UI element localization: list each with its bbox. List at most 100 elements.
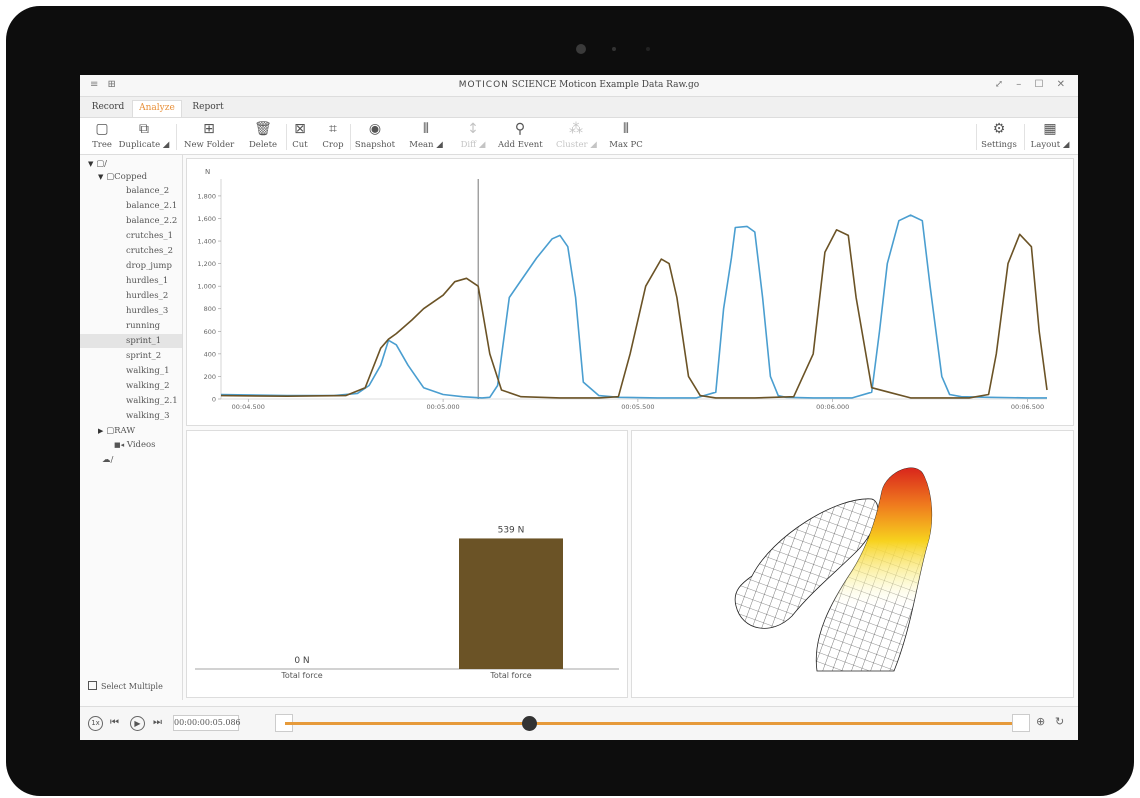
force-line-chart-panel: N 0 200 400 600 800 1,000 1,200 1,400 1,600 1,800 0…: [186, 158, 1074, 426]
x-tick-label: 00:05.500: [621, 403, 654, 411]
tree-item[interactable]: balance_2.2: [126, 214, 177, 228]
tree-item[interactable]: crutches_1: [126, 229, 173, 243]
tree-item[interactable]: walking_2.1: [126, 394, 178, 408]
skip-back-icon[interactable]: ⏮: [110, 716, 119, 730]
y-tick-label: 200: [204, 373, 216, 381]
tree-folder-raw[interactable]: ▶ ▢RAW: [98, 424, 135, 438]
caret-right-icon[interactable]: ▶: [98, 427, 103, 435]
settings-button[interactable]: ⚙ Settings: [980, 121, 1018, 153]
time-field[interactable]: 00:00:00:05.086: [173, 715, 241, 731]
range-end-handle[interactable]: [1012, 714, 1030, 732]
tree-item[interactable]: walking_3: [126, 409, 170, 423]
playback-timeline: 1x ⏮ ▶ ⏭ 00:00:00:05.086 ⊕ ↻: [80, 706, 1078, 740]
cut-button-label: Cut: [292, 140, 308, 150]
force-line-chart[interactable]: N 0 200 400 600 800 1,000 1,200 1,400 1,600 1,800 0…: [187, 159, 1073, 425]
divider: [350, 124, 351, 150]
window-controls[interactable]: ⤢ – ☐ ✕: [995, 79, 1070, 90]
tree-item[interactable]: running: [126, 319, 160, 333]
tree-root-label: ▢/: [96, 159, 107, 169]
tree-item[interactable]: sprint_1: [80, 334, 182, 348]
delete-button[interactable]: 🗑 Delete: [242, 121, 284, 153]
snapshot-button[interactable]: ◉ Snapshot: [354, 121, 396, 153]
refresh-icon[interactable]: ↻: [1055, 715, 1064, 728]
duplicate-button-label: Duplicate ◢: [118, 140, 170, 150]
x-tick-label: 00:06.000: [816, 403, 849, 411]
y-tick-label: 1,000: [197, 283, 216, 291]
insoles-icon: ⦀: [622, 121, 630, 137]
timeline-track[interactable]: [285, 722, 1025, 725]
pressure-insole-panel: [631, 430, 1074, 698]
checkbox-icon[interactable]: [88, 681, 97, 690]
select-multiple-checkbox[interactable]: Select Multiple: [88, 681, 163, 691]
tree-item[interactable]: balance_2: [126, 184, 169, 198]
x-tick-label: 00:05.000: [426, 403, 459, 411]
cluster-icon: ⁂: [569, 121, 583, 137]
window-title-text: SCIENCE Moticon Example Data Raw.go: [511, 80, 700, 90]
crop-button[interactable]: ⌗ Crop: [320, 121, 346, 153]
tree-folder-videos[interactable]: ■◂ Videos: [114, 438, 156, 452]
tab-report[interactable]: Report: [186, 100, 230, 117]
tree-button[interactable]: ▢ Tree: [88, 121, 116, 153]
timeline-scrubber[interactable]: [522, 716, 538, 731]
tree-folder-label: Videos: [126, 440, 156, 450]
skip-forward-icon[interactable]: ⏭: [153, 716, 162, 730]
tab-analyze[interactable]: Analyze: [132, 100, 182, 117]
add-event-button[interactable]: ⚲ Add Event: [498, 121, 543, 153]
select-multiple-label: Select Multiple: [101, 682, 163, 691]
crop-button-label: Crop: [322, 140, 344, 150]
tree-item[interactable]: hurdles_1: [126, 274, 168, 288]
total-force-bar-panel: 0 N Total force 539 N Total force: [186, 430, 628, 698]
max-pc-button[interactable]: ⦀ Max PC: [608, 121, 644, 153]
divider: [176, 124, 177, 150]
y-tick-label: 1,400: [197, 238, 216, 246]
tree-item[interactable]: hurdles_2: [126, 289, 168, 303]
tree-item[interactable]: walking_2: [126, 379, 170, 393]
trash-icon: 🗑: [254, 121, 272, 137]
gear-icon: ⚙: [992, 121, 1006, 137]
delete-button-label: Delete: [248, 140, 278, 150]
cluster-button-label: Cluster ◢: [556, 140, 597, 150]
settings-button-label: Settings: [981, 140, 1017, 150]
new-folder-button[interactable]: ⊞ New Folder: [184, 121, 234, 153]
tree-item[interactable]: balance_2.1: [126, 199, 177, 213]
caret-down-icon[interactable]: ▼: [98, 173, 103, 181]
tree-item[interactable]: walking_1: [126, 364, 170, 378]
diff-button-label: Diff ◢: [460, 140, 486, 150]
pressure-insole-view[interactable]: [632, 431, 1073, 697]
diff-button[interactable]: ↕ Diff ◢: [460, 121, 486, 153]
y-tick-label: 600: [204, 328, 216, 336]
new-folder-button-label: New Folder: [184, 140, 235, 150]
tree-folder-label: ▢RAW: [106, 426, 136, 436]
mean-button[interactable]: ⦀ Mean ◢: [408, 121, 444, 153]
play-icon[interactable]: ▶: [130, 716, 145, 731]
layout-button-label: Layout ◢: [1030, 140, 1070, 150]
bar-value-label: 539 N: [498, 525, 525, 535]
layout-button[interactable]: ▦ Layout ◢: [1030, 121, 1070, 153]
caret-down-icon[interactable]: ▼: [88, 160, 93, 168]
speed-button[interactable]: 1x: [88, 716, 103, 731]
tree-item[interactable]: crutches_2: [126, 244, 173, 258]
cluster-button[interactable]: ⁂ Cluster ◢: [556, 121, 597, 153]
max-pc-button-label: Max PC: [609, 140, 643, 150]
camera-icon: [576, 44, 586, 54]
y-tick-label: 1,200: [197, 260, 216, 268]
sensor-icon: [646, 47, 650, 51]
cut-button[interactable]: ⊠ Cut: [288, 121, 312, 153]
bar-category-label: Total force: [280, 671, 322, 680]
force-series-line: [220, 214, 1047, 399]
snapshot-icon: ◉: [368, 121, 382, 137]
tree-item[interactable]: drop_jump: [126, 259, 172, 273]
tree-cloud-label: ☁/: [102, 455, 114, 465]
tree-root[interactable]: ▼ ▢/: [88, 157, 107, 171]
tree-folder-copped[interactable]: ▼ ▢Copped: [98, 170, 147, 184]
total-force-bar-chart: 0 N Total force 539 N Total force: [195, 525, 619, 680]
tab-bar: Record Analyze Report: [80, 97, 1078, 117]
force-series-line: [220, 229, 1048, 399]
zoom-icon[interactable]: ⊕: [1036, 715, 1045, 728]
duplicate-button[interactable]: ⧉ Duplicate ◢: [118, 121, 170, 153]
tab-record[interactable]: Record: [86, 100, 130, 117]
tree-cloud[interactable]: ☁/: [102, 453, 113, 467]
tree-item[interactable]: hurdles_3: [126, 304, 168, 318]
tree-item[interactable]: sprint_2: [126, 349, 161, 363]
window-title: MOTICON SCIENCE Moticon Example Data Raw…: [80, 80, 1078, 90]
